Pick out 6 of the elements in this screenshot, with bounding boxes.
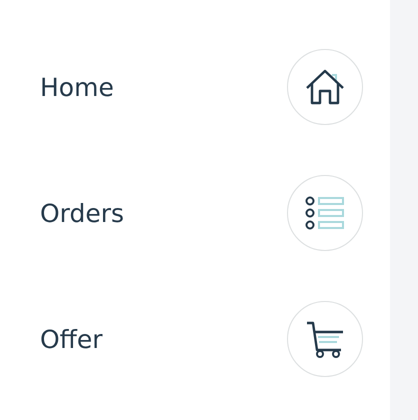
list-icon <box>305 196 345 230</box>
menu-item-label[interactable]: Offer <box>40 324 103 354</box>
house-icon <box>305 69 345 105</box>
cart-icon <box>305 320 345 358</box>
menu-item-label[interactable]: Home <box>40 72 114 102</box>
menu-item-label[interactable]: Orders <box>40 198 124 228</box>
